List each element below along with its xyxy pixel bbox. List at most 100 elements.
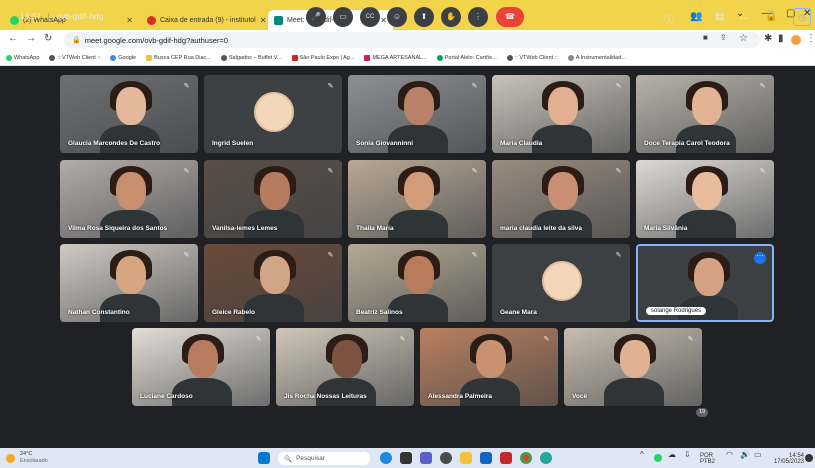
bookmark-item[interactable]: Google [110,54,136,61]
participant-body [388,210,448,238]
participant-tile[interactable]: ✎ Gleice Rabelo [204,244,342,322]
windows-start-icon[interactable] [258,452,270,464]
participant-body [388,125,448,153]
participant-body [244,210,304,238]
clock[interactable]: 14:54 17/05/2023 [772,453,804,465]
url-input[interactable]: 🔒 meet.google.com/ovb-gdif-hdg?authuser=… [64,32,760,48]
end-call-button[interactable]: ☎ [496,7,524,27]
participant-body [100,210,160,238]
mic-muted-icon: ✎ [327,252,334,259]
participant-tile[interactable]: ✎ Sonia Giovanninni [348,75,486,153]
participant-tile[interactable]: ✎ Maria Claudia [492,75,630,153]
whatsapp-icon [10,15,19,25]
participant-name: Jis Rocha Nossas Leituras [284,393,367,400]
emoji-button[interactable]: ☺ [387,7,407,27]
menu-icon[interactable]: ⋮ [806,33,815,44]
participant-tile[interactable]: ✎ Jis Rocha Nossas Leituras [276,328,414,406]
mail-icon[interactable] [500,452,512,464]
participant-tile[interactable]: ✎ Maria Silvânia [636,160,774,238]
people-icon[interactable]: 👥 [690,11,702,22]
participant-name: Glaucia Marcondes De Castro [68,140,161,147]
participant-face [692,87,722,125]
tab-gmail[interactable]: Caixa de entrada (9) - institutol ✕ [141,10,266,30]
bookmark-item[interactable]: :: VTWeb Client :: [49,54,100,61]
participant-tile[interactable]: ✎ Ingrid Suelen [204,75,342,153]
mic-button[interactable]: 🎤 [306,7,326,27]
avatar[interactable] [791,35,801,45]
close-icon[interactable]: ✕ [380,16,387,25]
show-hidden-icons[interactable]: ^ [640,451,644,459]
file-explorer-icon[interactable] [460,452,472,464]
participant-tile[interactable]: ✎ Geane Mara [492,244,630,322]
participant-tile[interactable]: ✎ Doce Terapia Carol Teodora [636,75,774,153]
taskbar-search[interactable]: 🔍 Pesquisar [278,452,370,465]
browser-icon[interactable] [440,452,452,464]
participant-tile[interactable]: ✎ Você [564,328,702,406]
participant-tile[interactable]: ✎ Vanilsa-lemes Lemes [204,160,342,238]
bookmark-item[interactable]: Busca CEP Rua Diac... [146,54,211,61]
activities-icon[interactable]: ⛬ [740,11,747,22]
participant-body [460,378,520,406]
participant-tile[interactable]: ✎ Nathan Constantino [60,244,198,322]
participant-face [548,172,578,210]
more-options-button[interactable]: ⋮ [468,7,488,27]
bookmark-item[interactable]: São Paulo Expo | Ag... [291,54,354,61]
forward-icon[interactable]: → [26,33,36,44]
participant-tile[interactable]: ✎ Glaucia Marcondes De Castro [60,75,198,153]
participant-tile[interactable]: ✎ Beatriz Salinos [348,244,486,322]
cloud-icon[interactable]: ☁ [668,451,676,459]
camera-button[interactable]: ▭ [333,7,353,27]
close-icon[interactable]: ✕ [126,16,133,25]
participant-tile[interactable]: ✎ Luciane Cardoso [132,328,270,406]
weather-widget[interactable]: 24°C Ensolarado [20,451,48,465]
bookmark-item[interactable]: A Instrumentalidad... [567,54,626,61]
more-options-icon[interactable]: ⋯ [754,252,766,264]
extensions-icon[interactable]: ✱ [764,33,772,44]
participant-name: Gleice Rabelo [212,309,255,316]
bookmark-item[interactable]: Salgados – Buffet V... [220,54,282,61]
host-controls-icon[interactable]: 🔒 [765,11,777,22]
usb-icon[interactable]: ⇩ [684,451,691,459]
close-icon[interactable]: ✕ [260,16,266,25]
participant-tile[interactable]: ✎ Alessandra Palmeira [420,328,558,406]
language-indicator[interactable]: POR PTB2 [700,453,715,465]
notifications-icon[interactable] [805,454,813,462]
teams-icon[interactable] [420,452,432,464]
edge-icon[interactable] [540,452,552,464]
participant-body [532,210,592,238]
participant-face [404,256,434,294]
participant-tile[interactable]: ⋯ solange Rodrigues [636,244,774,322]
present-button[interactable]: ⬆ [414,7,434,27]
back-icon[interactable]: ← [8,33,18,44]
store-icon[interactable] [480,452,492,464]
chat-icon[interactable]: ▤ [715,11,724,22]
task-view-icon[interactable] [400,452,412,464]
chrome-icon[interactable] [520,452,532,464]
star-icon[interactable]: ☆ [739,33,748,44]
share-icon[interactable]: ⇪ [720,33,727,42]
volume-icon[interactable]: 🔊 [740,451,750,459]
captions-button[interactable]: CC [360,7,380,27]
whatsapp-tray-icon[interactable] [654,454,662,462]
reload-icon[interactable]: ↻ [44,33,52,44]
participant-name: Sonia Giovanninni [356,140,414,147]
battery-icon[interactable]: ▭ [754,451,762,459]
participant-tile[interactable]: ✎ Thaila Maria [348,160,486,238]
bookmark-item[interactable]: :: VTWeb Client :: [506,54,558,61]
bookmark-item[interactable]: WhatsApp [6,54,39,61]
participant-name: Ingrid Suelen [212,140,254,147]
avatar [542,261,582,301]
bookmark-item[interactable]: MEGA ARTESANAL... [364,54,427,61]
wifi-icon[interactable]: ◠ [726,451,733,459]
mic-muted-icon: ✎ [471,252,478,259]
participant-tile[interactable]: ✎ maria claudia leite da silva [492,160,630,238]
bookmark-item[interactable]: Portal Alelo: Cartõe... [436,54,497,61]
raise-hand-button[interactable]: ✋ [441,7,461,27]
info-icon[interactable]: ⓘ [664,11,674,26]
bing-icon[interactable] [380,452,392,464]
camera-permission-icon[interactable]: ■ [703,33,708,42]
participant-tile[interactable]: ✎ Vilma Rosa Siqueira dos Santos [60,160,198,238]
globe-icon [220,54,227,61]
side-panel-icon[interactable]: ◷ [793,8,811,26]
sidebar-icon[interactable]: ▮ [778,33,784,44]
